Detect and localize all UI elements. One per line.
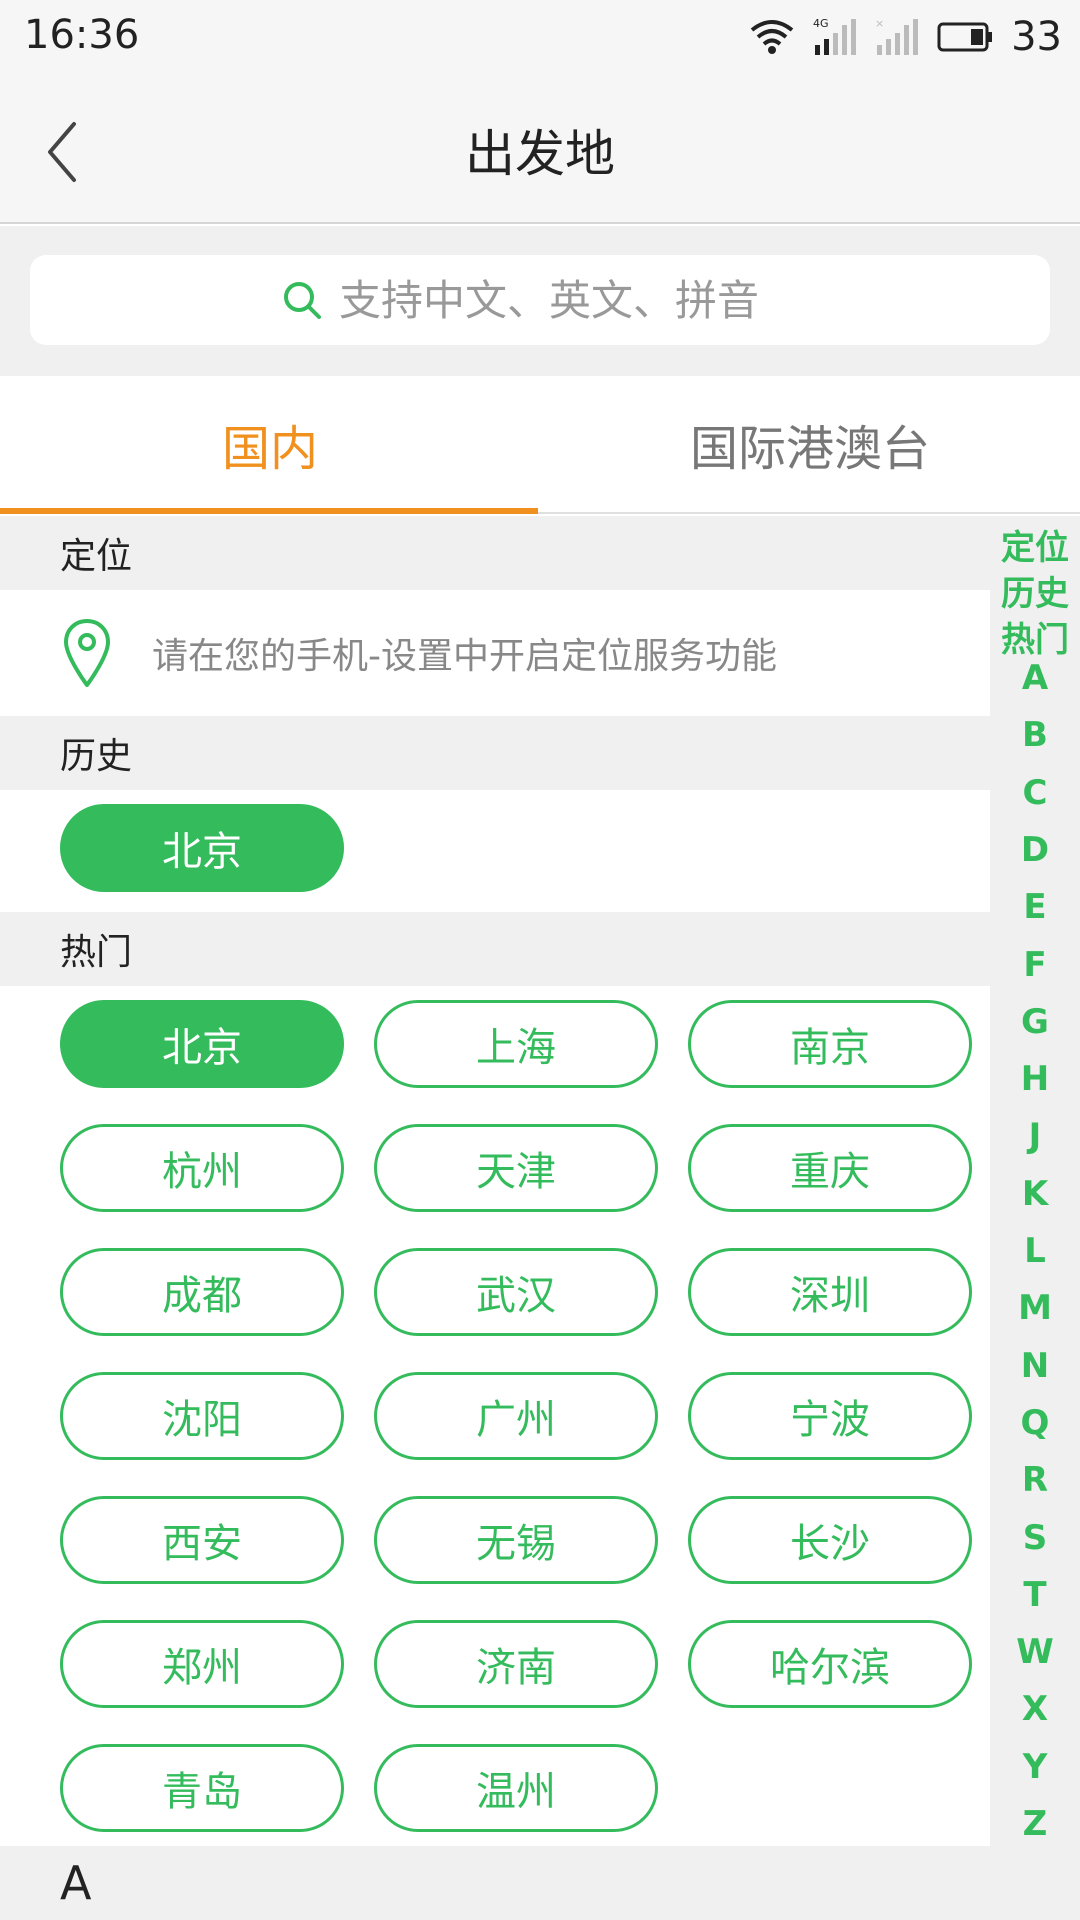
status-bar: 16:36 4G × 33 bbox=[0, 0, 1080, 74]
hot-city-button[interactable]: 哈尔滨 bbox=[688, 1620, 972, 1708]
index-item[interactable]: Y bbox=[990, 1747, 1080, 1787]
search-area bbox=[0, 226, 1080, 376]
search-input[interactable] bbox=[339, 275, 799, 325]
index-item[interactable]: J bbox=[990, 1116, 1080, 1156]
index-item[interactable]: M bbox=[990, 1288, 1080, 1328]
hot-city-button[interactable]: 北京 bbox=[60, 1000, 344, 1088]
section-header-locate: 定位 bbox=[0, 516, 990, 590]
index-item[interactable]: K bbox=[990, 1174, 1080, 1214]
hot-city-button[interactable]: 无锡 bbox=[374, 1496, 658, 1584]
history-city-button[interactable]: 北京 bbox=[60, 804, 344, 892]
index-item[interactable]: 历史 bbox=[990, 566, 1080, 615]
hot-city-button[interactable]: 上海 bbox=[374, 1000, 658, 1088]
hot-city-button[interactable]: 武汉 bbox=[374, 1248, 658, 1336]
hot-city-button[interactable]: 杭州 bbox=[60, 1124, 344, 1212]
hot-city-grid: 北京 上海 南京杭州 天津 重庆成都 武汉 深圳沈阳 广州 宁波西安 无锡 长沙郑州 济南 哈尔滨青岛温… bbox=[0, 986, 990, 1846]
index-item[interactable]: S bbox=[990, 1518, 1080, 1558]
title-bar: 出发地 bbox=[0, 74, 1080, 224]
page-title: 出发地 bbox=[465, 125, 615, 183]
locate-row[interactable]: 请在您的手机-设置中开启定位服务功能 bbox=[0, 590, 990, 716]
index-item[interactable]: L bbox=[990, 1231, 1080, 1271]
wifi-icon bbox=[750, 20, 794, 54]
hot-city-button[interactable]: 重庆 bbox=[688, 1124, 972, 1212]
hot-city-button[interactable]: 温州 bbox=[374, 1744, 658, 1832]
index-item[interactable]: N bbox=[990, 1346, 1080, 1386]
section-header-hot: 热门 bbox=[0, 912, 990, 986]
hot-city-button[interactable]: 南京 bbox=[688, 1000, 972, 1088]
index-item[interactable]: 定位 bbox=[990, 520, 1080, 569]
index-item[interactable]: 热门 bbox=[990, 612, 1080, 661]
battery-icon bbox=[937, 22, 993, 52]
tab-bar: 国内 国际港澳台 bbox=[0, 376, 1080, 514]
index-item[interactable]: W bbox=[990, 1632, 1080, 1672]
search-box[interactable] bbox=[30, 255, 1050, 345]
signal-4g-icon: 4G bbox=[813, 17, 857, 55]
index-item[interactable]: H bbox=[990, 1059, 1080, 1099]
hot-city-button[interactable]: 广州 bbox=[374, 1372, 658, 1460]
signal-empty-icon: × bbox=[875, 17, 919, 55]
hot-city-button[interactable]: 青岛 bbox=[60, 1744, 344, 1832]
city-list[interactable]: 定位 请在您的手机-设置中开启定位服务功能 历史 北京 热门 北京 上海 南京 杭州天… bbox=[0, 516, 990, 1920]
index-item[interactable]: D bbox=[990, 830, 1080, 870]
alphabet-index[interactable]: 定位 历史 热门 A B C D E F G H J K L M N Q R S T W X Y Z bbox=[990, 516, 1080, 1920]
index-item[interactable]: Z bbox=[990, 1804, 1080, 1844]
index-item[interactable]: B bbox=[990, 715, 1080, 755]
index-item[interactable]: Q bbox=[990, 1403, 1080, 1443]
index-item[interactable]: E bbox=[990, 887, 1080, 927]
index-item[interactable]: R bbox=[990, 1460, 1080, 1500]
tab-international[interactable]: 国际港澳台 bbox=[540, 376, 1080, 512]
section-header-a: A bbox=[0, 1846, 990, 1920]
status-time: 16:36 bbox=[24, 12, 140, 58]
hot-city-button[interactable]: 天津 bbox=[374, 1124, 658, 1212]
hot-city-button[interactable]: 成都 bbox=[60, 1248, 344, 1336]
location-pin-icon bbox=[64, 619, 110, 687]
index-item[interactable]: F bbox=[990, 945, 1080, 985]
index-item[interactable]: T bbox=[990, 1575, 1080, 1615]
index-item[interactable]: X bbox=[990, 1689, 1080, 1729]
hot-city-button[interactable]: 郑州 bbox=[60, 1620, 344, 1708]
hot-city-button[interactable]: 沈阳 bbox=[60, 1372, 344, 1460]
svg-text:×: × bbox=[875, 17, 884, 30]
hot-city-button[interactable]: 长沙 bbox=[688, 1496, 972, 1584]
index-item[interactable]: G bbox=[990, 1002, 1080, 1042]
hot-city-button[interactable]: 济南 bbox=[374, 1620, 658, 1708]
search-icon bbox=[284, 282, 321, 319]
hot-city-button[interactable]: 宁波 bbox=[688, 1372, 972, 1460]
tab-domestic[interactable]: 国内 bbox=[0, 376, 540, 514]
index-item[interactable]: C bbox=[990, 773, 1080, 813]
locate-message: 请在您的手机-设置中开启定位服务功能 bbox=[152, 636, 777, 677]
index-item[interactable]: A bbox=[990, 658, 1080, 698]
hot-city-button[interactable]: 西安 bbox=[60, 1496, 344, 1584]
section-header-history: 历史 bbox=[0, 716, 990, 790]
svg-text:4G: 4G bbox=[813, 17, 829, 30]
hot-city-button[interactable]: 深圳 bbox=[688, 1248, 972, 1336]
history-row: 北京 bbox=[0, 790, 990, 912]
status-icons: 4G × 33 bbox=[749, 12, 1062, 62]
battery-level: 33 bbox=[1011, 14, 1062, 60]
